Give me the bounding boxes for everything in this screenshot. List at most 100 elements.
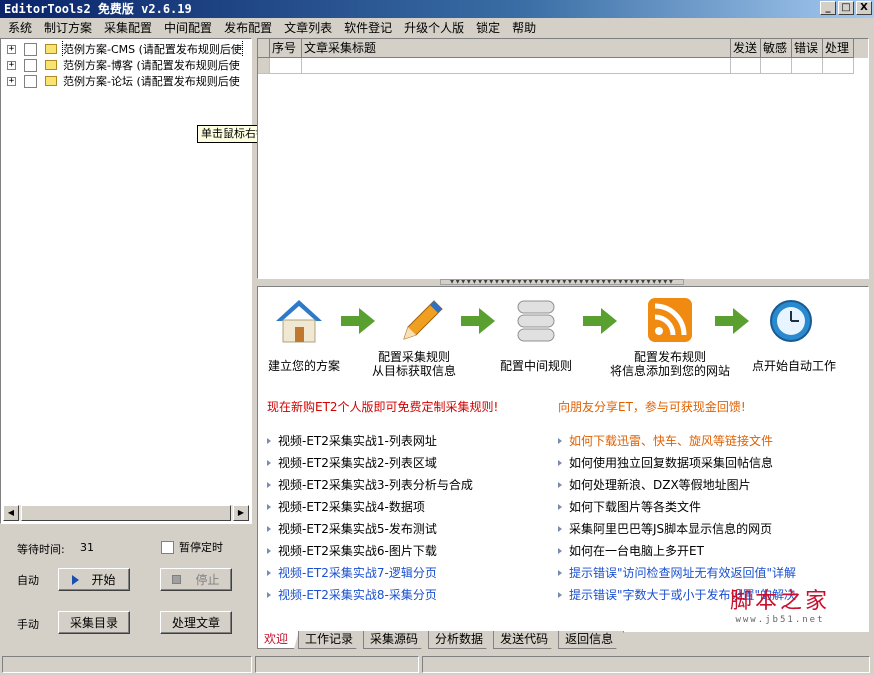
bullet-icon (267, 438, 271, 444)
list-item[interactable]: 如何下载迅雷、快车、旋风等链接文件 (558, 430, 796, 452)
arrow-right-icon (715, 308, 749, 334)
scroll-thumb[interactable] (21, 505, 231, 521)
list-item[interactable]: 视频-ET2采集实战5-发布测试 (267, 518, 473, 540)
list-item[interactable]: 如何使用独立回复数据项采集回帖信息 (558, 452, 796, 474)
manual-label: 手动 (17, 618, 39, 631)
list-item[interactable]: 视频-ET2采集实战3-列表分析与合成 (267, 474, 473, 496)
tree-item-label: 范例方案-论坛 (请配置发布规则后使 (63, 75, 240, 88)
tree-checkbox[interactable] (24, 74, 37, 88)
list-item[interactable]: 如何下载图片等各类文件 (558, 496, 796, 518)
wait-time-value: 31 (80, 541, 94, 554)
welcome-panel: 建立您的方案 配置采集规则 从目标获取信息 配置中间规则 配置发布规则 将信息添加到… (257, 286, 869, 632)
minimize-button[interactable]: _ (820, 1, 836, 15)
home-icon[interactable] (274, 297, 324, 347)
wait-time-label: 等待时间: (17, 543, 65, 556)
pencil-icon[interactable] (394, 295, 446, 345)
bullet-icon (267, 570, 271, 576)
collect-directory-button[interactable]: 采集目录 (58, 611, 130, 634)
close-button[interactable]: X (856, 1, 872, 15)
tab-analysis-data[interactable]: 分析数据 (428, 631, 495, 649)
bullet-icon (267, 482, 271, 488)
tree-item[interactable]: + 范例方案-论坛 (请配置发布规则后使 (1, 73, 251, 89)
list-item[interactable]: 如何处理新浪、DZX等假地址图片 (558, 474, 796, 496)
status-panel (422, 656, 870, 673)
checkbox-box[interactable] (161, 540, 174, 554)
promo-share-reward[interactable]: 向朋友分享ET，参与可获现金回馈! (558, 398, 746, 415)
col-send[interactable]: 发送 (731, 39, 761, 58)
col-error[interactable]: 错误 (792, 39, 823, 58)
stop-button-label: 停止 (195, 573, 220, 587)
list-item[interactable]: 视频-ET2采集实战1-列表网址 (267, 430, 473, 452)
plan-tree[interactable]: + 范例方案-CMS (请配置发布规则后使 + 范例方案-博客 (请配置发布规则… (0, 38, 252, 524)
splitter-handle[interactable]: ▼▼▼▼▼▼▼▼▼▼▼▼▼▼▼▼▼▼▼▼▼▼▼▼▼▼▼▼▼▼▼▼▼▼▼▼▼▼▼▼ (440, 279, 684, 285)
article-grid[interactable]: 序号 文章采集标题 发送 敏感 错误 处理 (257, 38, 869, 279)
step-label: 配置中间规则 (499, 359, 573, 373)
clock-icon[interactable] (769, 299, 813, 343)
table-row[interactable] (258, 58, 868, 74)
pause-timer-label: 暂停定时 (179, 541, 223, 554)
watermark-sub: www.jb51.net (735, 615, 825, 625)
faq-links: 如何下载迅雷、快车、旋风等链接文件 如何使用独立回复数据项采集回帖信息 如何处理… (558, 430, 796, 606)
list-item[interactable]: 如何在一台电脑上多开ET (558, 540, 796, 562)
tab-welcome[interactable]: 欢迎 (257, 631, 300, 649)
tab-return-info[interactable]: 返回信息 (558, 631, 625, 649)
list-item[interactable]: 采集阿里巴巴等JS脚本显示信息的网页 (558, 518, 796, 540)
expand-icon[interactable]: + (7, 44, 16, 54)
title-bar: EditorTools2 免费版 v2.6.19 _ □ X (0, 0, 874, 18)
start-button[interactable]: 开始 (58, 568, 130, 591)
tree-item[interactable]: + 范例方案-博客 (请配置发布规则后使 (1, 57, 251, 73)
list-item[interactable]: 视频-ET2采集实战6-图片下载 (267, 540, 473, 562)
menu-help[interactable]: 帮助 (506, 19, 542, 37)
rss-icon[interactable] (647, 297, 693, 343)
bullet-icon (558, 548, 562, 554)
menu-article-list[interactable]: 文章列表 (278, 19, 338, 37)
tree-item-label: 范例方案-CMS (请配置发布规则后使 (62, 41, 243, 57)
tab-send-code[interactable]: 发送代码 (493, 631, 560, 649)
list-item[interactable]: 视频-ET2采集实战7-逻辑分页 (267, 562, 473, 584)
play-icon (72, 574, 80, 585)
bullet-icon (267, 504, 271, 510)
list-item[interactable]: 视频-ET2采集实战2-列表区域 (267, 452, 473, 474)
watermark: 脚本之家 www.jb51.net (730, 583, 830, 625)
list-item[interactable]: 视频-ET2采集实战8-采集分页 (267, 584, 473, 606)
promo-custom-rules[interactable]: 现在新购ET2个人版即可免费定制采集规则! (267, 398, 498, 415)
bullet-icon (558, 460, 562, 466)
bullet-icon (267, 460, 271, 466)
menu-system[interactable]: 系统 (2, 19, 38, 37)
tab-source-code[interactable]: 采集源码 (363, 631, 430, 649)
arrow-right-icon (341, 308, 375, 334)
col-index[interactable]: 序号 (270, 39, 302, 58)
col-sensitive[interactable]: 敏感 (761, 39, 792, 58)
pause-timer-checkbox[interactable]: 暂停定时 (161, 539, 223, 555)
step-label: 点开始自动工作 (751, 359, 837, 373)
bullet-icon (558, 504, 562, 510)
expand-icon[interactable]: + (7, 60, 16, 70)
maximize-button[interactable]: □ (838, 1, 854, 15)
col-process[interactable]: 处理 (823, 39, 854, 58)
list-item[interactable]: 视频-ET2采集实战4-数据项 (267, 496, 473, 518)
horizontal-scrollbar[interactable]: ◀ ▶ (3, 505, 249, 521)
tab-work-log[interactable]: 工作记录 (298, 631, 365, 649)
menu-plan[interactable]: 制订方案 (38, 19, 98, 37)
menu-middle-config[interactable]: 中间配置 (158, 19, 218, 37)
database-icon[interactable] (516, 297, 556, 347)
menu-register[interactable]: 软件登记 (338, 19, 398, 37)
tree-checkbox[interactable] (24, 58, 37, 72)
process-articles-button[interactable]: 处理文章 (160, 611, 232, 634)
menu-upgrade[interactable]: 升级个人版 (398, 19, 470, 37)
bullet-icon (267, 548, 271, 554)
scroll-left-icon[interactable]: ◀ (3, 505, 19, 521)
tree-item[interactable]: + 范例方案-CMS (请配置发布规则后使 (1, 41, 251, 57)
stop-button[interactable]: 停止 (160, 568, 232, 591)
bullet-icon (558, 482, 562, 488)
col-title[interactable]: 文章采集标题 (302, 39, 731, 58)
menu-collect-config[interactable]: 采集配置 (98, 19, 158, 37)
list-item[interactable]: 提示错误"访问检查网址无有效返回值"详解 (558, 562, 796, 584)
menu-lock[interactable]: 锁定 (470, 19, 506, 37)
expand-icon[interactable]: + (7, 76, 16, 86)
watermark-main: 脚本之家 (729, 589, 830, 614)
step-label: 配置采集规则 从目标获取信息 (371, 350, 457, 378)
menu-publish-config[interactable]: 发布配置 (218, 19, 278, 37)
tree-checkbox[interactable] (24, 42, 37, 56)
scroll-right-icon[interactable]: ▶ (233, 505, 249, 521)
